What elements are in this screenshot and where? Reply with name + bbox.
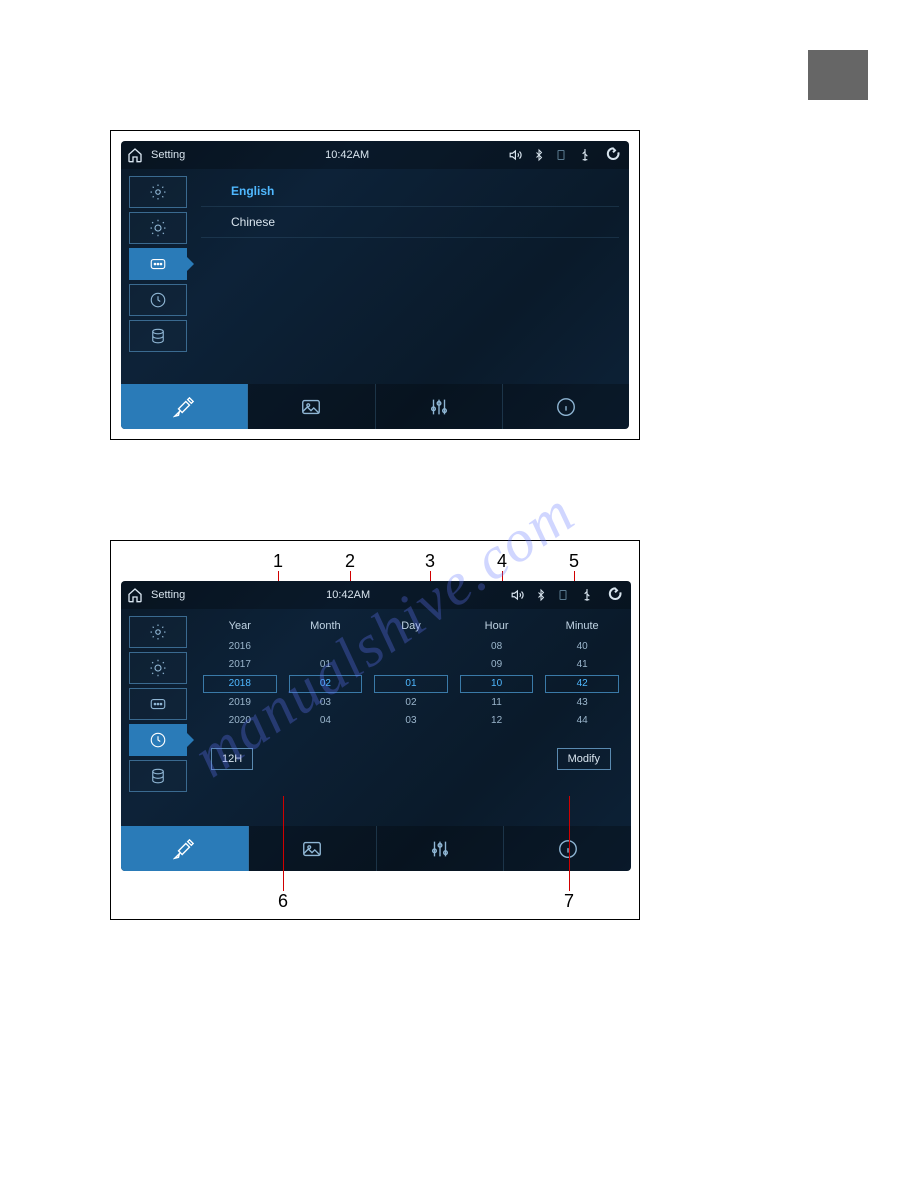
volume-icon[interactable] [511, 588, 525, 602]
usb-icon[interactable] [577, 148, 593, 162]
picker-hour-label: Hour [458, 620, 536, 632]
callout-1: 1 [273, 551, 283, 572]
sidebar-item-storage[interactable] [129, 760, 187, 792]
home-icon[interactable] [127, 147, 143, 163]
figure-2-frame: 1 2 3 4 5 Setting 10:42AM [110, 540, 640, 920]
sidebar-item-general[interactable] [129, 176, 187, 208]
callout-6: 6 [278, 891, 288, 912]
page-corner-tab [808, 50, 868, 100]
bottom-tab-info[interactable] [504, 826, 631, 871]
sidebar-item-language[interactable] [129, 688, 187, 720]
bottom-tab-equalizer[interactable] [376, 384, 503, 429]
usb-icon[interactable] [579, 588, 595, 602]
language-list: English Chinese [201, 176, 619, 379]
sidebar-item-general[interactable] [129, 616, 187, 648]
language-option-chinese[interactable]: Chinese [201, 207, 619, 238]
modify-button[interactable]: Modify [557, 748, 611, 770]
sidebar-item-display[interactable] [129, 212, 187, 244]
screenshot-language-settings: Setting 10:42AM English Chinese [121, 141, 629, 429]
picker-minute[interactable]: Minute 40 41 42 43 44 [543, 620, 621, 730]
bottom-tab-wallpaper[interactable] [249, 826, 377, 871]
sidebar-item-time[interactable] [129, 724, 187, 756]
back-icon[interactable] [605, 587, 625, 603]
status-time: 10:42AM [325, 149, 369, 161]
callout-3: 3 [425, 551, 435, 572]
screen-title: Setting [151, 149, 185, 161]
picker-day-label: Day [372, 620, 450, 632]
home-icon[interactable] [127, 587, 143, 603]
bluetooth-icon[interactable] [535, 588, 547, 602]
callout-line-7 [569, 796, 570, 891]
status-bar: Setting 10:42AM [121, 581, 631, 609]
screenshot-datetime-settings: Setting 10:42AM Year 2016 [121, 581, 631, 871]
bottom-tab-tools[interactable] [121, 826, 249, 871]
datetime-area: Year 2016 2017 2018 2019 2020 Month 01 0… [201, 616, 621, 821]
time-format-button[interactable]: 12H [211, 748, 253, 770]
picker-day[interactable]: Day 01 02 03 [372, 620, 450, 730]
callout-5: 5 [569, 551, 579, 572]
picker-hour[interactable]: Hour 08 09 10 11 12 [458, 620, 536, 730]
bluetooth-icon[interactable] [533, 148, 545, 162]
picker-month[interactable]: Month 01 02 03 04 [287, 620, 365, 730]
back-icon[interactable] [603, 147, 623, 163]
sidebar-item-time[interactable] [129, 284, 187, 316]
sidebar-item-display[interactable] [129, 652, 187, 684]
volume-icon[interactable] [509, 148, 523, 162]
callout-4: 4 [497, 551, 507, 572]
picker-year-label: Year [201, 620, 279, 632]
figure-1-frame: Setting 10:42AM English Chinese [110, 130, 640, 440]
status-time: 10:42AM [326, 589, 370, 601]
callout-line-6 [283, 796, 284, 891]
status-bar: Setting 10:42AM [121, 141, 629, 169]
sidebar [129, 616, 187, 792]
sd-card-icon[interactable] [557, 588, 569, 602]
sidebar-item-language[interactable] [129, 248, 187, 280]
bottom-tab-wallpaper[interactable] [248, 384, 375, 429]
callout-2: 2 [345, 551, 355, 572]
sidebar [129, 176, 187, 352]
callout-7: 7 [564, 891, 574, 912]
bottom-tab-info[interactable] [503, 384, 629, 429]
language-option-english[interactable]: English [201, 176, 619, 207]
picker-minute-label: Minute [543, 620, 621, 632]
screen-title: Setting [151, 589, 185, 601]
bottom-tabs [121, 826, 631, 871]
bottom-tab-tools[interactable] [121, 384, 248, 429]
picker-year[interactable]: Year 2016 2017 2018 2019 2020 [201, 620, 279, 730]
bottom-tab-equalizer[interactable] [377, 826, 505, 871]
sd-card-icon[interactable] [555, 148, 567, 162]
picker-month-label: Month [287, 620, 365, 632]
sidebar-item-storage[interactable] [129, 320, 187, 352]
bottom-tabs [121, 384, 629, 429]
